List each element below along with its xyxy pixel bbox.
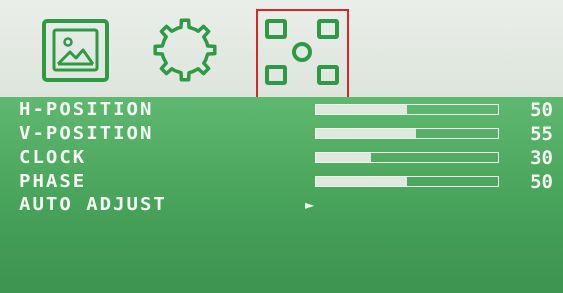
v-position-slider[interactable] xyxy=(315,128,499,139)
phase-value: 50 xyxy=(530,171,553,193)
h-position-slider-fill xyxy=(316,105,407,114)
clock-label: CLOCK xyxy=(19,147,87,168)
h-position-slider[interactable] xyxy=(315,104,499,115)
osd-menu: H-POSITION 50 V-POSITION 55 CLOCK 30 PHA… xyxy=(0,0,563,293)
phase-slider-fill xyxy=(316,177,407,186)
phase-label: PHASE xyxy=(19,171,87,192)
gear-icon xyxy=(153,18,217,82)
picture-icon xyxy=(42,19,109,82)
v-position-slider-fill xyxy=(316,129,417,138)
clock-value: 30 xyxy=(530,147,553,169)
play-arrow-icon[interactable]: ► xyxy=(305,198,314,212)
phase-row[interactable]: PHASE 50 xyxy=(0,171,563,193)
clock-slider[interactable] xyxy=(315,152,499,163)
tab-settings[interactable] xyxy=(150,15,220,85)
v-position-row[interactable]: V-POSITION 55 xyxy=(0,123,563,145)
auto-adjust-row[interactable]: AUTO ADJUST ► xyxy=(0,196,563,214)
tab-picture[interactable] xyxy=(41,18,110,83)
h-position-label: H-POSITION xyxy=(19,99,154,120)
selected-tab-frame xyxy=(256,9,349,99)
auto-adjust-label: AUTO ADJUST xyxy=(19,194,167,215)
osd-tab-bar xyxy=(0,0,563,99)
v-position-value: 55 xyxy=(530,123,553,145)
v-position-label: V-POSITION xyxy=(19,123,154,144)
phase-slider[interactable] xyxy=(315,176,499,187)
h-position-row[interactable]: H-POSITION 50 xyxy=(0,99,563,121)
h-position-value: 50 xyxy=(530,99,553,121)
clock-slider-fill xyxy=(316,153,371,162)
clock-row[interactable]: CLOCK 30 xyxy=(0,147,563,169)
